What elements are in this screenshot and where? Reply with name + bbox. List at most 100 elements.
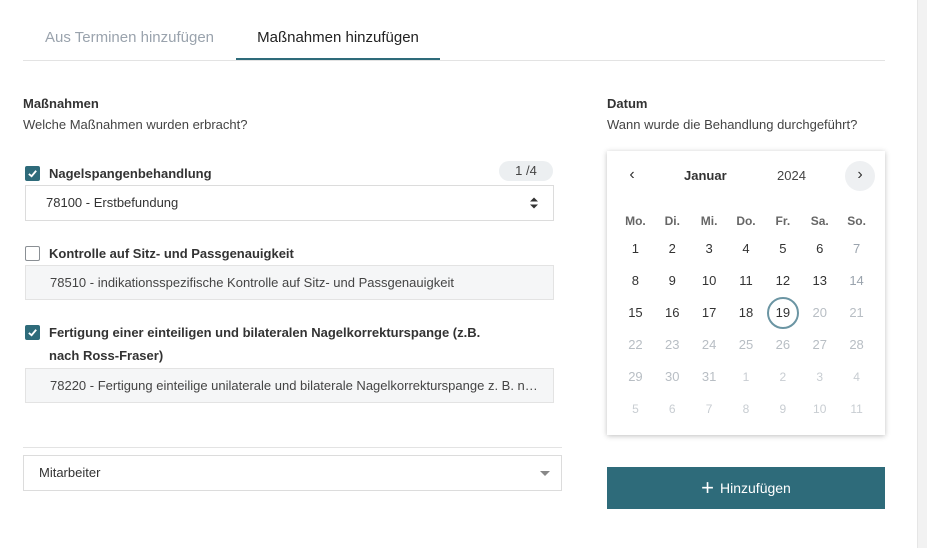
calendar-day[interactable]: 3 [691,233,728,265]
calendar-day-label: 8 [742,402,750,416]
calendar-day[interactable]: 12 [764,265,801,297]
plus-icon: + [701,475,715,500]
calendar-day: 2 [764,361,801,393]
calendar-day-label: 7 [852,241,861,256]
calendar-day: 4 [838,361,875,393]
calendar-day-label: 6 [668,402,676,416]
chevron-down-icon [540,471,550,476]
measure-1-label: Nagelspangenbehandlung [49,166,212,181]
calendar-day-label: 1 [631,241,640,256]
calendar-day[interactable]: 2 [654,233,691,265]
calendar-day-label: 5 [632,402,639,416]
calendar-day: 28 [838,329,875,361]
measure-item-1: Nagelspangenbehandlung [25,165,212,185]
measure-2-code-field: 78510 - indikationsspezifische Kontrolle… [25,265,554,300]
weekday-header: Mi. [700,214,718,228]
calendar-day-label: 1 [742,370,750,384]
next-month-button[interactable]: › [845,161,875,191]
measure-item-3: Fertigung einer einteiligen und bilatera… [25,324,480,367]
sort-arrows-icon [530,197,538,209]
calendar-month[interactable]: Januar [684,168,727,183]
calendar-day[interactable]: 6 [801,233,838,265]
calendar-day-label: 16 [665,305,680,320]
calendar-day: 5 [617,393,654,425]
date-subheading: Wann wurde die Behandlung durchgeführt? [607,117,858,132]
calendar-day: 8 [728,393,765,425]
measure-1-code-select[interactable]: 78100 - Erstbefundung [25,185,554,221]
calendar-day: 30 [654,361,691,393]
add-button[interactable]: + Hinzufügen [607,467,885,509]
divider [23,447,562,448]
measure-3-label: Fertigung einer einteiligen und bilatera… [49,321,480,367]
tab-from-appointments[interactable]: Aus Terminen hinzufügen [23,20,236,60]
measure-3-label-line2: nach Ross-Fraser) [49,348,164,363]
page-scrollbar[interactable] [917,0,927,548]
employee-select-value: Mitarbeiter [39,465,101,480]
calendar-day: 26 [764,329,801,361]
calendar-day[interactable]: 11 [728,265,765,297]
calendar-day-label: 11 [850,402,863,416]
check-icon [28,329,37,337]
calendar-day: 3 [801,361,838,393]
weekday-header: Fr. [775,214,791,228]
calendar-day: 7 [691,393,728,425]
calendar-day[interactable]: 15 [617,297,654,329]
tab-add-measures[interactable]: Maßnahmen hinzufügen [236,20,440,60]
measure-2-label: Kontrolle auf Sitz- und Passgenauigkeit [49,246,294,261]
measure-3-code-field: 78220 - Fertigung einteilige unilaterale… [25,368,554,403]
weekday-header: Mo. [625,214,646,228]
calendar-day[interactable]: 5 [764,233,801,265]
calendar-day[interactable]: 18 [728,297,765,329]
calendar-day-label: 19 [766,297,799,329]
calendar-day-label: 8 [631,273,640,288]
add-button-label: Hinzufügen [720,480,791,496]
weekday-header: Do. [736,214,756,228]
calendar-day[interactable]: 13 [801,265,838,297]
tab-bar: Aus Terminen hinzufügen Maßnahmen hinzuf… [23,20,885,61]
measure-item-2: Kontrolle auf Sitz- und Passgenauigkeit [25,245,294,265]
calendar-day: 11 [838,393,875,425]
calendar-day: 22 [617,329,654,361]
calendar-day[interactable]: 7 [838,233,875,265]
calendar-day-label: 20 [812,305,827,320]
calendar-day-label: 28 [849,337,864,352]
calendar-day: 29 [617,361,654,393]
calendar-grid: Mo. Di. Mi. Do. Fr. Sa. So. 1 2 3 4 5 6 7 8 9 10 11 12 13 14… [617,209,875,425]
calendar-day[interactable]: 14 [838,265,875,297]
measure-1-checkbox[interactable] [25,166,40,181]
calendar-day: 27 [801,329,838,361]
calendar-day: 9 [764,393,801,425]
calendar-day: 31 [691,361,728,393]
calendar-day: 6 [654,393,691,425]
calendar-day[interactable]: 10 [691,265,728,297]
weekday-header: So. [847,214,866,228]
measure-3-checkbox[interactable] [25,325,40,340]
calendar-day[interactable]: 17 [691,297,728,329]
calendar-day[interactable]: 16 [654,297,691,329]
calendar-day-label: 3 [705,241,713,256]
measure-2-checkbox[interactable] [25,246,40,261]
calendar-day-label: 2 [668,241,676,256]
measures-heading: Maßnahmen [23,96,99,111]
calendar-day-label: 5 [779,241,787,256]
employee-select[interactable]: Mitarbeiter [23,455,562,491]
calendar-day-label: 31 [701,369,717,384]
date-heading: Datum [607,96,648,111]
calendar-day-label: 6 [816,241,824,256]
calendar-day[interactable]: 8 [617,265,654,297]
calendar-day-label: 25 [738,337,754,352]
calendar-day[interactable]: 9 [654,265,691,297]
weekday-header: Sa. [810,214,829,228]
date-picker: ‹ Januar 2024 › Mo. Di. Mi. Do. Fr. Sa. So. 1 2 3… [607,151,885,435]
prev-month-button[interactable]: ‹ [617,161,647,191]
calendar-day: 24 [691,329,728,361]
calendar-year[interactable]: 2024 [777,168,806,183]
calendar-day-label: 11 [739,273,753,288]
calendar-day[interactable]: 1 [617,233,654,265]
calendar-day: 10 [801,393,838,425]
calendar-day-label: 12 [775,273,791,288]
calendar-day[interactable]: 4 [728,233,765,265]
calendar-day: 21 [838,297,875,329]
calendar-day-today[interactable]: 19 [764,297,801,329]
calendar-day-label: 24 [701,337,717,352]
